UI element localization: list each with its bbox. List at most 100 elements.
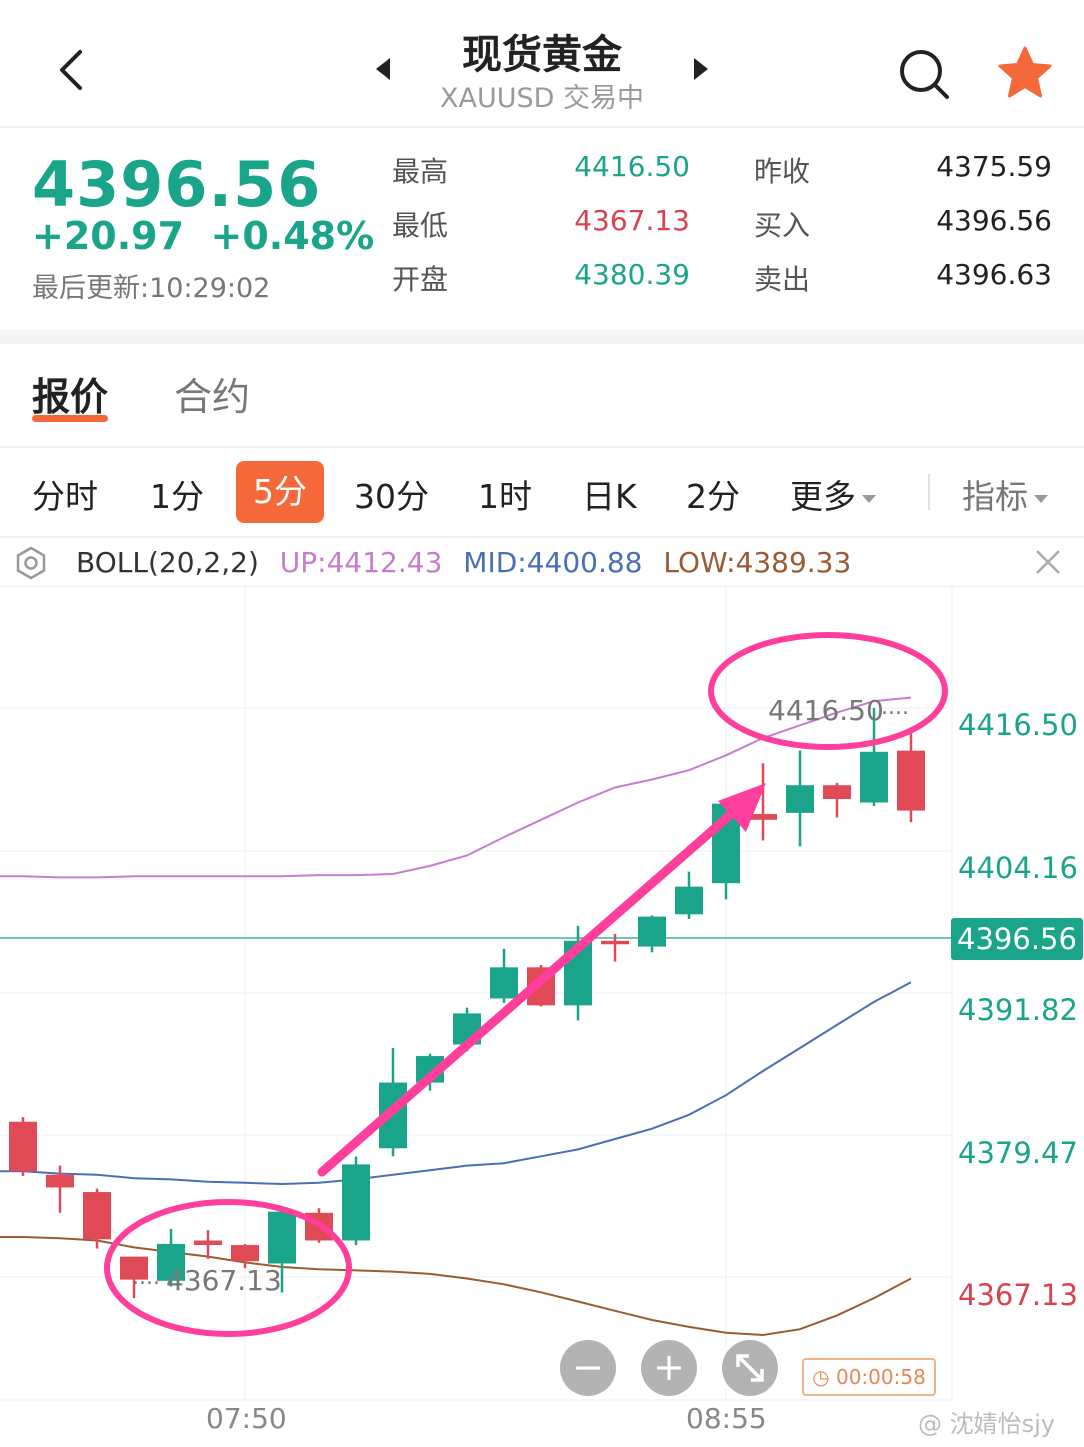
stat-label-ask: 卖出 (754, 263, 811, 296)
triangle-right-icon[interactable] (694, 58, 708, 80)
interval-more-label: 更多 (790, 477, 856, 516)
y-tick-label: 4367.13 (958, 1278, 1078, 1312)
top-bar: 现货黄金 XAUUSD 交易中 (0, 0, 1084, 128)
interval-daily[interactable]: 日K (582, 470, 637, 518)
candle-body (490, 967, 518, 999)
interval-timeshare[interactable]: 分时 (32, 470, 98, 518)
boll-indicator-values: BOLL(20,2,2) UP:4412.43 MID:4400.88 LOW:… (76, 546, 863, 579)
stat-value-ask: 4396.63 (936, 258, 1052, 291)
interval-1min[interactable]: 1分 (150, 470, 204, 518)
last-price: 4396.56 (32, 148, 322, 221)
watermark: @ 沈婧怡sjy (918, 1410, 1056, 1438)
candle (897, 727, 925, 823)
interval-5min[interactable]: 5分 (236, 461, 324, 523)
candle (675, 871, 703, 919)
interval-2min[interactable]: 2分 (686, 470, 740, 518)
zoom-in-button[interactable]: + (641, 1340, 697, 1396)
candle-body (638, 916, 666, 947)
caret-down-icon (1034, 494, 1048, 503)
stat-value-low: 4367.13 (574, 204, 690, 237)
symbol-status: XAUUSD 交易中 (439, 83, 644, 114)
candle-body (342, 1164, 370, 1241)
candle (490, 948, 518, 1004)
y-tick-label: 4416.50 (958, 708, 1078, 742)
close-icon[interactable] (1034, 548, 1062, 576)
zoom-out-button[interactable]: − (560, 1340, 616, 1396)
candle (342, 1156, 370, 1246)
current-price-tag-label: 4396.56 (957, 922, 1077, 956)
candle-body (897, 750, 925, 811)
stat-value-bid: 4396.56 (936, 204, 1052, 237)
x-tick-label: 07:50 (206, 1402, 287, 1435)
boll-low: LOW:4389.33 (663, 546, 852, 579)
indicator-menu-label: 指标 (962, 477, 1028, 516)
stat-label-high: 最高 (392, 155, 449, 188)
star-icon[interactable] (996, 44, 1054, 102)
candle-body (675, 886, 703, 915)
settings-hexagon-icon[interactable] (14, 546, 48, 580)
stat-value-prev-close: 4375.59 (936, 150, 1052, 183)
candle (823, 782, 851, 818)
stat-value-high: 4416.50 (574, 150, 690, 183)
candle-body (749, 814, 777, 820)
triangle-left-icon[interactable] (376, 58, 390, 80)
stat-label-bid: 买入 (754, 209, 811, 242)
candle (9, 1117, 37, 1176)
candle-body (231, 1245, 259, 1262)
tab-quote[interactable]: 报价 (32, 366, 108, 421)
candle-countdown: ◷ 00:00:58 (802, 1358, 936, 1396)
countdown-value: 00:00:58 (835, 1365, 926, 1389)
candle-body (268, 1211, 296, 1264)
y-tick-label: 4391.82 (958, 993, 1078, 1027)
interval-30min[interactable]: 30分 (354, 470, 429, 518)
high-circle-annotation (708, 632, 948, 750)
candle-body (860, 751, 888, 803)
x-tick-label: 08:55 (686, 1402, 767, 1435)
candle-body (194, 1240, 222, 1246)
candle-body (601, 940, 629, 945)
fullscreen-button[interactable] (722, 1340, 778, 1396)
indicator-menu[interactable]: 指标 (962, 470, 1048, 518)
boll-name: BOLL(20,2,2) (76, 546, 259, 579)
boll-middle-line (0, 981, 912, 1186)
candle-body (9, 1121, 37, 1172)
section-divider (0, 330, 1084, 344)
tab-contract[interactable]: 合约 (174, 366, 250, 421)
candle-body (46, 1174, 74, 1188)
candle (786, 750, 814, 847)
clock-icon: ◷ (812, 1365, 830, 1389)
candle-body (823, 785, 851, 800)
low-price-annotation: 4367.13 (166, 1264, 282, 1297)
divider (928, 474, 930, 510)
interval-1hour[interactable]: 1时 (478, 470, 532, 518)
interval-more[interactable]: 更多 (790, 470, 876, 518)
stat-label-prev-close: 昨收 (754, 155, 811, 188)
caret-down-icon (862, 494, 876, 503)
divider (0, 536, 1084, 538)
candlestick-chart[interactable]: 4416.50 .... .... 4367.13 4416.50 4404.1… (0, 587, 1084, 1402)
stat-label-open: 开盘 (392, 263, 449, 296)
expand-icon (736, 1354, 764, 1382)
minus-icon: − (572, 1345, 604, 1389)
high-leader-dots: .... (881, 695, 909, 720)
last-updated: 最后更新:10:29:02 (32, 273, 271, 304)
tab-active-indicator (32, 415, 108, 422)
stat-label-low: 最低 (392, 209, 449, 242)
candle-body (83, 1192, 111, 1240)
candles (9, 708, 925, 1299)
boll-up: UP:4412.43 (279, 546, 443, 579)
page-title: 现货黄金 (462, 32, 622, 78)
y-tick-label: 4379.47 (958, 1136, 1078, 1170)
low-leader-dots: .... (132, 1265, 160, 1290)
high-price-annotation: 4416.50 (768, 694, 884, 727)
y-tick-label: 4404.16 (958, 851, 1078, 885)
search-icon[interactable] (896, 46, 952, 102)
boll-mid: MID:4400.88 (463, 546, 643, 579)
plus-icon: + (653, 1345, 685, 1389)
price-axis: 4416.50 4404.16 4391.82 4379.47 4367.13 … (951, 708, 1083, 1312)
candle (638, 915, 666, 953)
chevron-left-icon[interactable] (52, 48, 92, 92)
stat-value-open: 4380.39 (574, 258, 690, 291)
price-change: +20.97 +0.48% (32, 214, 375, 258)
annotations: 4416.50 .... .... 4367.13 (104, 632, 948, 1337)
